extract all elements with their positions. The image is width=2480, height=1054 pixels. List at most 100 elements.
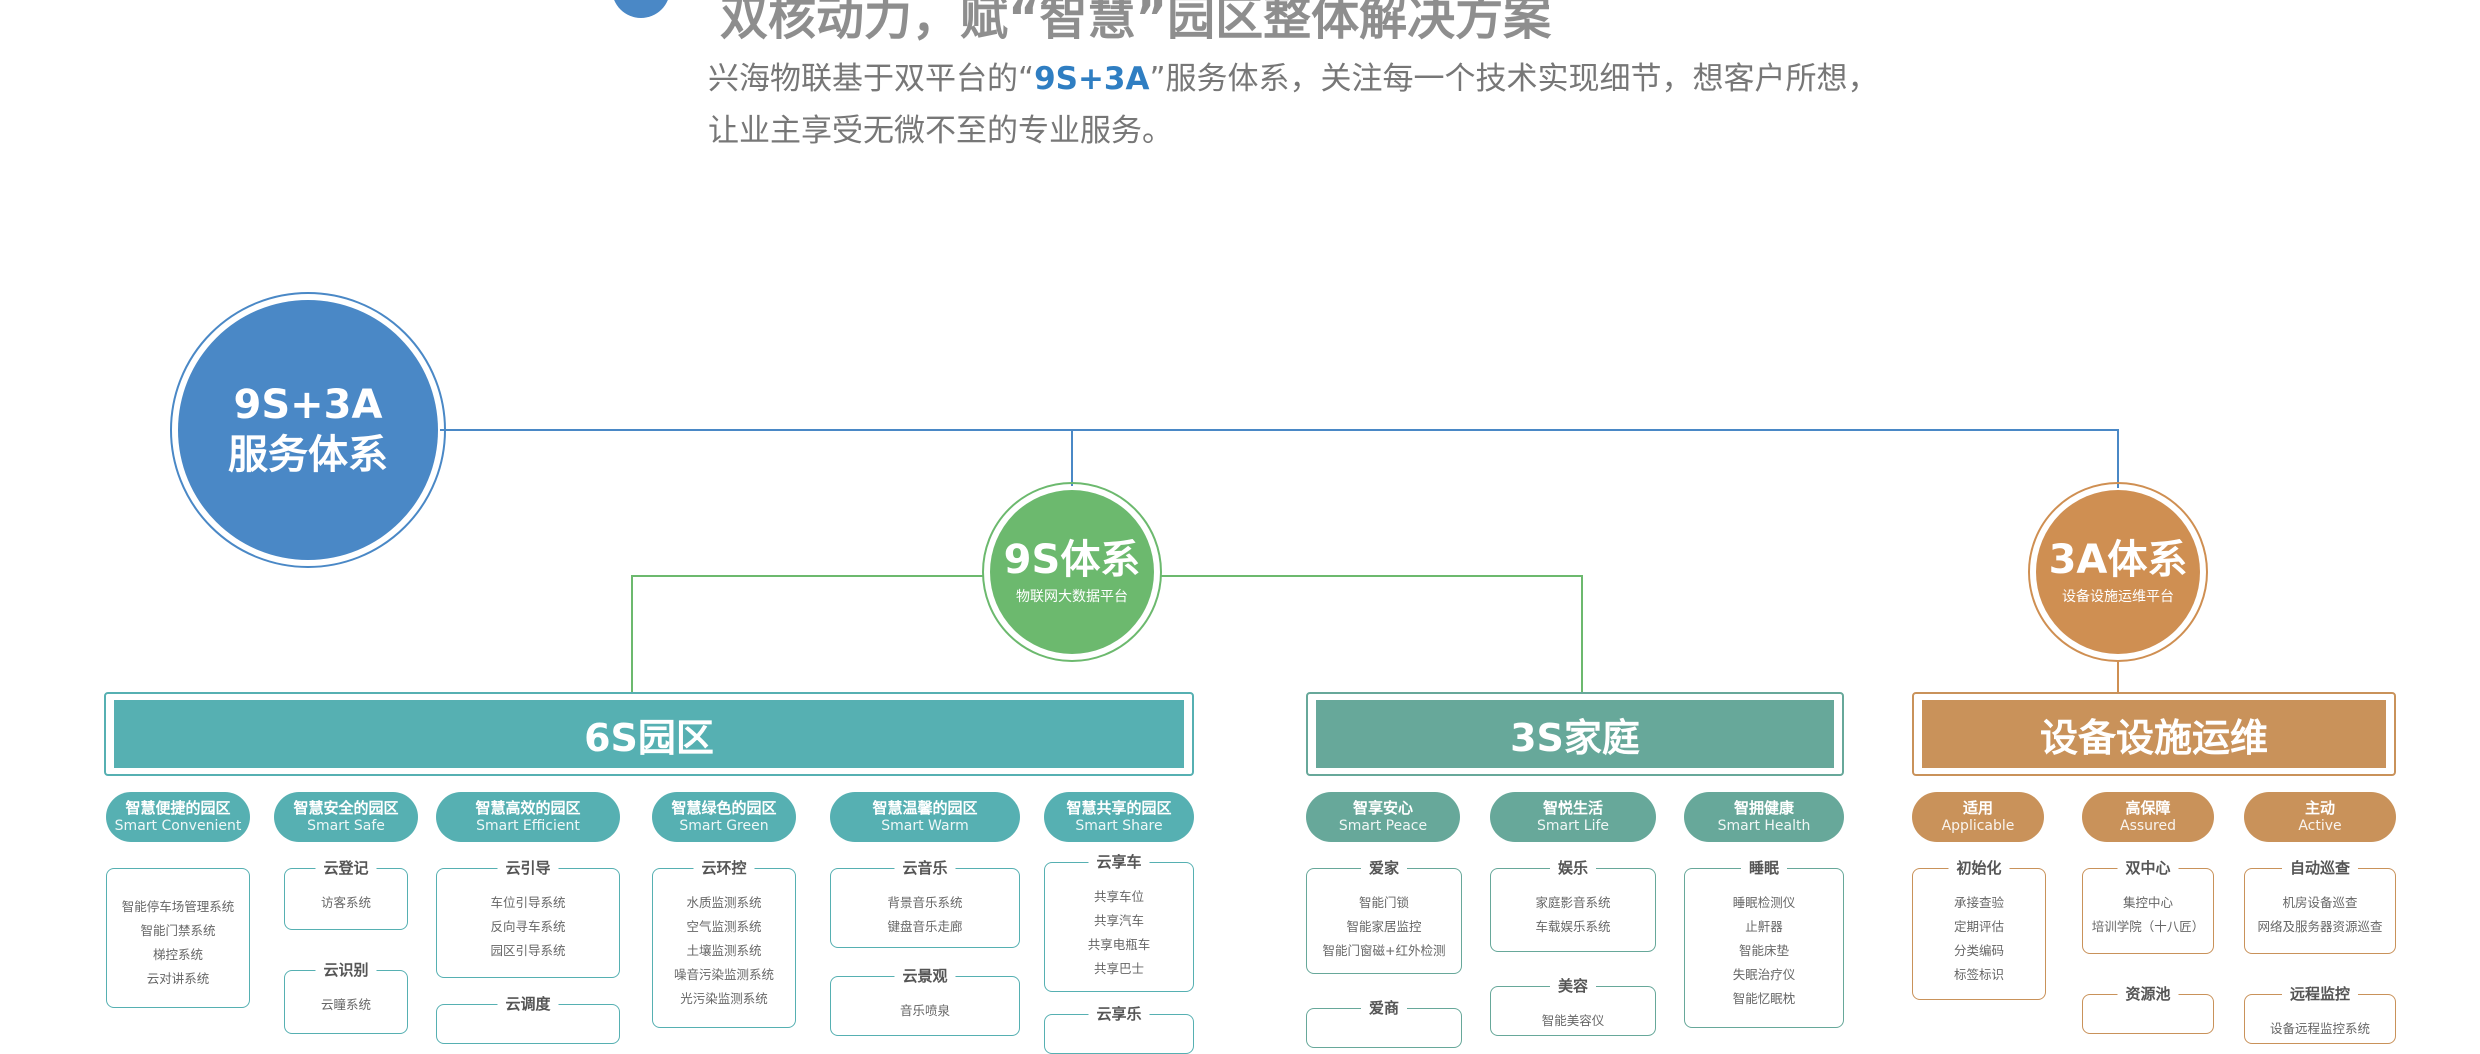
box-item: 定期评估 (1953, 919, 2004, 934)
pill-smart-efficient: 智慧高效的园区 Smart Efficient (436, 792, 620, 842)
box-title: 云享车 (1088, 851, 1150, 872)
box-item: 失眠治疗仪 (1732, 967, 1796, 982)
box-title: 娱乐 (1549, 857, 1597, 878)
section-3s-title: 3S家庭 (1316, 700, 1834, 768)
pill-zh: 智慧高效的园区 (475, 799, 581, 817)
box-item: 设备远程监控系统 (2269, 1021, 2370, 1036)
box-title: 睡眠 (1740, 857, 1788, 878)
box-cloud-environment: 云环控 水质监测系统 空气监测系统 土壤监测系统 噪音污染监测系统 光污染监测系… (652, 857, 796, 1028)
box-item: 共享电瓶车 (1087, 937, 1151, 952)
box-title: 资源池 (2117, 983, 2179, 1004)
intro-highlight: 9S+3A (1034, 61, 1150, 97)
page-title: 双核动力，赋“智慧”园区整体解决方案 (720, 0, 1552, 46)
box-item: 车载娱乐系统 (1535, 919, 1611, 934)
pill-zh: 智慧温馨的园区 (872, 799, 978, 817)
box-item: 共享巴士 (1093, 961, 1144, 976)
box-item: 背景音乐系统 (887, 895, 963, 910)
9s-to-6s-line (631, 575, 984, 692)
pill-zh: 适用 (1962, 799, 1993, 817)
pill-zh: 智慧绿色的园区 (671, 799, 777, 817)
pill-zh: 智慧安全的园区 (293, 799, 399, 817)
box-cloud-landscape: 云景观 音乐喷泉 (830, 965, 1020, 1036)
box-cloud-share-fun: 云享乐 (1044, 1003, 1194, 1054)
pill-en: Smart Share (1075, 818, 1163, 834)
pill-en: Smart Health (1717, 818, 1811, 834)
9s-to-3s-line (1160, 575, 1583, 692)
pill-zh: 智慧共享的园区 (1066, 799, 1172, 817)
pill-smart-share: 智慧共享的园区 Smart Share (1044, 792, 1194, 842)
box-auto-inspection: 自动巡查 机房设备巡查 网络及服务器资源巡查 (2244, 857, 2396, 954)
pill-en: Smart Warm (881, 818, 969, 834)
box-items: 承接查验 定期评估 分类编码 标签标识 (1913, 869, 2045, 987)
box-item: 园区引导系统 (490, 943, 566, 958)
pill-smart-peace: 智享安心 Smart Peace (1306, 792, 1460, 842)
intro-post: ”服务体系，关注每一个技术实现细节，想客户所想， (1149, 61, 1879, 97)
pill-zh: 主动 (2304, 799, 2335, 817)
box-item: 机房设备巡查 (2282, 895, 2358, 910)
box-title: 云调度 (497, 993, 559, 1014)
pill-zh: 高保障 (2125, 799, 2171, 817)
box-title: 云登记 (315, 857, 377, 878)
box-love-home: 爱家 智能门锁 智能家居监控 智能门窗磁+红外检测 (1306, 857, 1462, 974)
pill-zh: 智拥健康 (1733, 799, 1794, 817)
box-item: 智能门禁系统 (140, 923, 216, 938)
node-9s-subtitle: 物联网大数据平台 (1016, 589, 1128, 605)
box-item: 承接查验 (1953, 895, 2004, 910)
pill-en: Smart Life (1536, 818, 1610, 834)
box-item: 睡眠检测仪 (1732, 895, 1796, 910)
box-item: 键盘音乐走廊 (887, 919, 963, 934)
box-initialization: 初始化 承接查验 定期评估 分类编码 标签标识 (1912, 857, 2046, 1000)
box-items: 智能门锁 智能家居监控 智能门窗磁+红外检测 (1307, 869, 1461, 963)
box-item: 车位引导系统 (490, 895, 566, 910)
box-title: 云引导 (497, 857, 559, 878)
pill-zh: 智慧便捷的园区 (125, 799, 231, 817)
box-sleep: 睡眠 睡眠检测仪 止鼾器 智能床垫 失眠治疗仪 智能忆眠枕 (1684, 857, 1844, 1028)
box-cloud-recognize: 云识别 云瞳系统 (284, 959, 408, 1034)
box-item: 止鼾器 (1745, 919, 1783, 934)
box-cloud-music: 云音乐 背景音乐系统 键盘音乐走廊 (830, 857, 1020, 948)
box-title: 云环控 (693, 857, 755, 878)
pill-smart-life: 智悦生活 Smart Life (1490, 792, 1656, 842)
box-dual-center: 双中心 集控中心 培训学院（十八匠） (2082, 857, 2214, 954)
box-title: 爱家 (1360, 857, 1408, 878)
pill-smart-warm: 智慧温馨的园区 Smart Warm (830, 792, 1020, 842)
box-item: 云对讲系统 (146, 971, 210, 986)
box-resource-pool: 资源池 (2082, 983, 2214, 1034)
pill-en: Smart Convenient (114, 818, 242, 834)
pill-assured: 高保障 Assured (2082, 792, 2214, 842)
box-item: 智能门锁 (1358, 895, 1409, 910)
pill-en: Smart Efficient (476, 818, 580, 834)
box-item: 土壤监测系统 (686, 943, 762, 958)
box-convenient-systems: 智能停车场管理系统 智能门禁系统 梯控系统 云对讲系统 (106, 868, 250, 1008)
box-item: 分类编码 (1953, 943, 2004, 958)
box-item: 智能家居监控 (1346, 919, 1422, 934)
box-item: 共享汽车 (1093, 913, 1144, 928)
pill-smart-green: 智慧绿色的园区 Smart Green (652, 792, 796, 842)
box-cloud-dispatch: 云调度 (436, 993, 620, 1044)
box-items: 机房设备巡查 网络及服务器资源巡查 (2245, 869, 2395, 939)
box-title: 双中心 (2117, 857, 2179, 878)
box-item: 智能忆眠枕 (1732, 991, 1796, 1006)
box-item: 水质监测系统 (686, 895, 762, 910)
pill-en: Applicable (1941, 818, 2015, 834)
box-items: 水质监测系统 空气监测系统 土壤监测系统 噪音污染监测系统 光污染监测系统 (653, 869, 795, 1011)
box-cloud-guide: 云引导 车位引导系统 反向寻车系统 园区引导系统 (436, 857, 620, 978)
box-item: 音乐喷泉 (899, 1003, 950, 1018)
box-title: 云享乐 (1088, 1003, 1150, 1024)
node-9s-title: 9S体系 (1003, 537, 1141, 583)
box-title: 云识别 (315, 959, 377, 980)
pill-en: Smart Green (679, 818, 769, 834)
box-item: 智能美容仪 (1541, 1013, 1605, 1028)
node-9s: 9S体系 物联网大数据平台 (990, 490, 1154, 654)
box-item: 空气监测系统 (686, 919, 762, 934)
pill-smart-convenient: 智慧便捷的园区 Smart Convenient (106, 792, 250, 842)
box-items: 背景音乐系统 键盘音乐走廊 (831, 869, 1019, 939)
pill-smart-health: 智拥健康 Smart Health (1684, 792, 1844, 842)
pill-applicable: 适用 Applicable (1912, 792, 2044, 842)
box-items: 车位引导系统 反向寻车系统 园区引导系统 (437, 869, 619, 963)
box-title: 自动巡查 (2281, 857, 2359, 878)
box-item: 智能门窗磁+红外检测 (1322, 943, 1446, 958)
node-3a-title: 3A体系 (2048, 537, 2188, 583)
box-title: 云音乐 (894, 857, 956, 878)
intro-line-1: 兴海物联基于双平台的“9S+3A”服务体系，关注每一个技术实现细节，想客户所想， (708, 53, 2008, 105)
